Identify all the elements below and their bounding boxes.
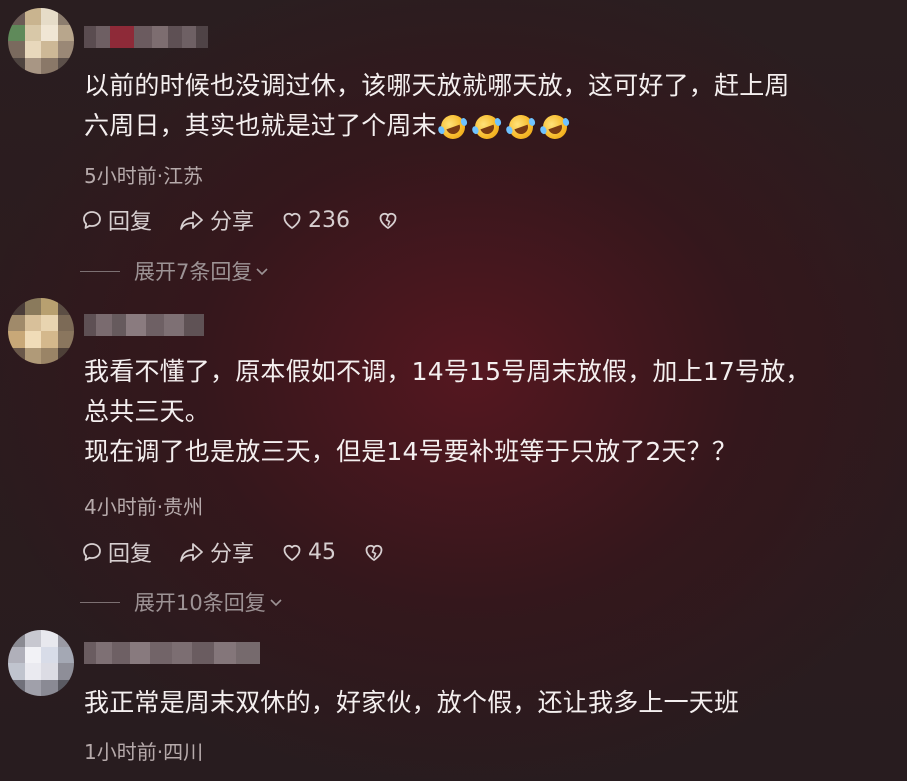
rolling-laughing-emoji-icon: [505, 111, 537, 143]
comment-actions: 回复 分享 45: [80, 536, 416, 568]
broken-heart-icon: [379, 212, 397, 229]
chevron-down-icon: [256, 268, 268, 276]
avatar[interactable]: [8, 298, 74, 364]
avatar[interactable]: [8, 8, 74, 74]
comment-line: 六周日，其实也就是过了个周末: [84, 106, 897, 146]
comment-meta: 5小时前·江苏: [84, 164, 204, 188]
divider-line: [80, 270, 120, 272]
share-button[interactable]: 分享: [178, 536, 254, 568]
like-count: 236: [308, 207, 351, 233]
share-arrow-icon: [180, 211, 203, 230]
comment-meta: 1小时前·四川: [84, 740, 204, 764]
share-label: 分享: [210, 542, 255, 567]
comment-actions: 回复 分享 236: [80, 204, 430, 236]
like-button[interactable]: 236: [280, 208, 350, 233]
reply-button[interactable]: 回复: [80, 536, 152, 568]
comment-line: 以前的时候也没调过休，该哪天放就哪天放，这可好了，赶上周: [84, 71, 790, 100]
emoji-group: [437, 111, 571, 143]
reply-button[interactable]: 回复: [80, 204, 152, 236]
reply-label: 回复: [108, 210, 153, 235]
expand-replies-button[interactable]: 展开10条回复: [80, 587, 284, 617]
comment-line: 总共三天。: [84, 397, 211, 426]
username-blurred[interactable]: [84, 642, 260, 664]
dislike-button[interactable]: [376, 208, 404, 232]
rolling-laughing-emoji-icon: [437, 111, 469, 143]
like-button[interactable]: 45: [280, 540, 336, 565]
like-count: 45: [308, 539, 337, 565]
rolling-laughing-emoji-icon: [471, 111, 503, 143]
comment-line: 我正常是周末双休的，好家伙，放个假，还让我多上一天班: [84, 688, 740, 717]
avatar[interactable]: [8, 630, 74, 696]
heart-icon: [283, 212, 301, 229]
broken-heart-icon: [365, 544, 383, 561]
expand-replies-label: 展开10条回复: [134, 591, 266, 615]
comment-line-text: 六周日，其实也就是过了个周末: [84, 111, 437, 140]
chevron-down-icon: [270, 599, 282, 607]
comment-line: 现在调了也是放三天，但是14号要补班等于只放了2天？？: [84, 437, 738, 466]
username-blurred[interactable]: [84, 314, 204, 336]
comment-text: 以前的时候也没调过休，该哪天放就哪天放，这可好了，赶上周 六周日，其实也就是过了…: [84, 66, 897, 146]
expand-replies-button[interactable]: 展开7条回复: [80, 256, 270, 286]
share-label: 分享: [210, 210, 255, 235]
rolling-laughing-emoji-icon: [539, 111, 571, 143]
comment-text: 我看不懂了，原本假如不调，14号15号周末放假，加上17号放， 总共三天。 现在…: [84, 352, 897, 472]
divider-line: [80, 601, 120, 603]
username-blurred[interactable]: [84, 26, 208, 48]
share-button[interactable]: 分享: [178, 204, 254, 236]
reply-label: 回复: [108, 542, 153, 567]
reply-bubble-icon: [83, 543, 101, 561]
comment-meta: 4小时前·贵州: [84, 495, 204, 519]
reply-bubble-icon: [83, 211, 101, 229]
dislike-button[interactable]: [362, 540, 390, 564]
share-arrow-icon: [180, 543, 203, 562]
comment-line: 我看不懂了，原本假如不调，14号15号周末放假，加上17号放，: [84, 357, 811, 386]
expand-replies-label: 展开7条回复: [134, 260, 253, 284]
comment-text: 我正常是周末双休的，好家伙，放个假，还让我多上一天班: [84, 683, 897, 723]
heart-icon: [283, 544, 301, 561]
